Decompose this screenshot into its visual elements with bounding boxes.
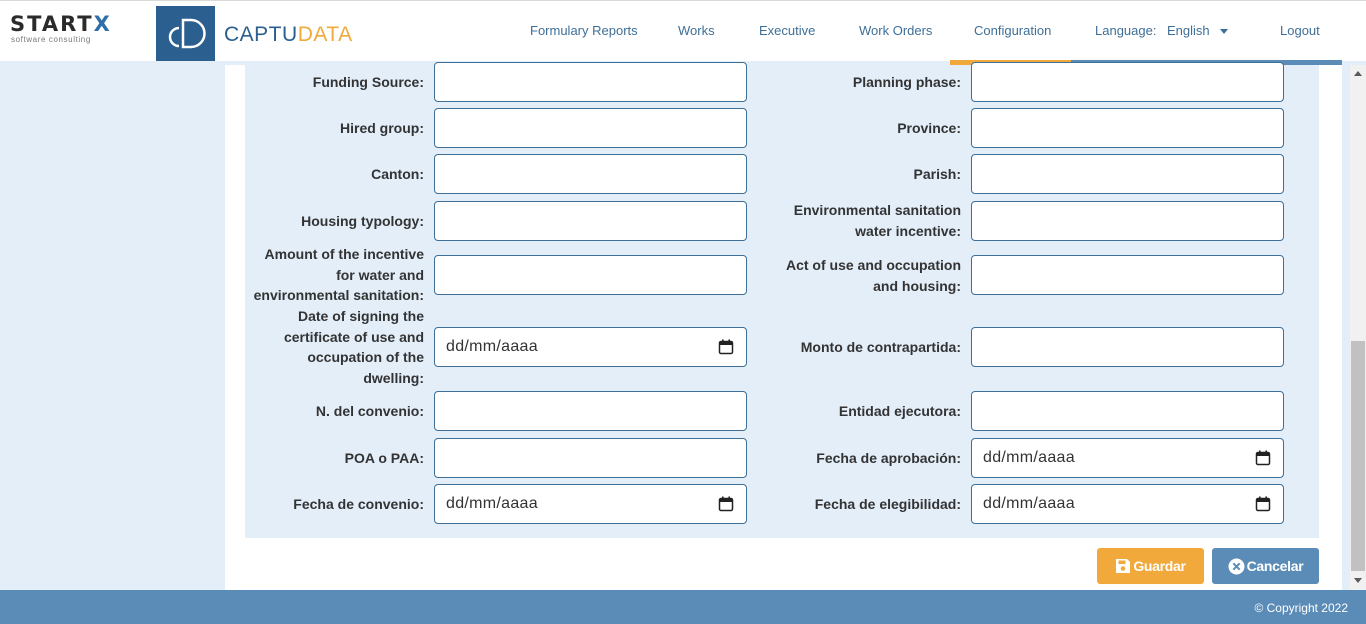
funding-source-input[interactable] xyxy=(434,62,747,102)
cancel-button[interactable]: Cancelar xyxy=(1212,548,1319,584)
planning-phase-label: Planning phase: xyxy=(852,74,961,90)
date-placeholder: dd/mm/aaaa xyxy=(983,495,1075,512)
approval-date-label: Fecha de aprobación: xyxy=(816,450,961,466)
poa-paa-input[interactable] xyxy=(434,438,747,478)
date-placeholder: dd/mm/aaaa xyxy=(446,495,538,512)
cancel-button-label: Cancelar xyxy=(1246,558,1304,574)
calendar-icon[interactable] xyxy=(718,339,734,355)
executing-entity-label: Entidad ejecutora: xyxy=(838,403,961,419)
poa-paa-label: POA o PAA: xyxy=(344,450,424,466)
housing-typology-label: Housing typology: xyxy=(301,213,424,229)
scroll-up-arrow-icon[interactable] xyxy=(1354,71,1362,76)
agreement-date-label: Fecha de convenio: xyxy=(293,496,424,512)
nav-work-orders[interactable]: Work Orders xyxy=(859,23,932,39)
scrollbar-thumb[interactable] xyxy=(1351,341,1365,571)
planning-phase-input[interactable] xyxy=(971,62,1284,102)
save-button-label: Guardar xyxy=(1133,558,1186,574)
nav-configuration[interactable]: Configuration xyxy=(974,23,1051,39)
housing-typology-input[interactable] xyxy=(434,201,747,241)
startx-tagline: software consulting xyxy=(11,35,91,44)
date-placeholder: dd/mm/aaaa xyxy=(446,338,538,355)
chevron-down-icon xyxy=(1219,29,1228,34)
save-button[interactable]: Guardar xyxy=(1097,548,1204,584)
act-of-use-label: Act of use and occupation and housing: xyxy=(785,257,961,294)
hired-group-input[interactable] xyxy=(434,108,747,148)
canton-input[interactable] xyxy=(434,154,747,194)
agreement-number-input[interactable] xyxy=(434,391,747,431)
startx-logo: STARTX software consulting xyxy=(10,13,148,45)
water-incentive-label: Environmental sanitation water incentive… xyxy=(793,202,961,239)
copyright-text: © Copyright 2022 xyxy=(1254,601,1348,615)
executing-entity-input[interactable] xyxy=(971,391,1284,431)
incentive-amount-label: Amount of the incentive for water and en… xyxy=(253,246,424,303)
cancel-circle-icon xyxy=(1228,558,1245,574)
app-name-part2: DATA xyxy=(297,23,353,46)
footer: © Copyright 2022 xyxy=(0,590,1366,624)
funding-source-label: Funding Source: xyxy=(312,74,424,90)
canton-label: Canton: xyxy=(371,166,424,182)
nav-executive[interactable]: Executive xyxy=(759,23,815,39)
eligibility-date-label: Fecha de elegibilidad: xyxy=(814,496,961,512)
vertical-scrollbar[interactable] xyxy=(1350,65,1366,590)
province-label: Province: xyxy=(897,120,961,136)
startx-wordmark: STARTX xyxy=(10,12,112,36)
date-placeholder: dd/mm/aaaa xyxy=(983,449,1075,466)
language-select[interactable]: English xyxy=(1167,23,1228,39)
logout-link[interactable]: Logout xyxy=(1280,23,1320,39)
certificate-signing-date-input[interactable]: dd/mm/aaaa xyxy=(434,327,747,367)
parish-input[interactable] xyxy=(971,154,1284,194)
agreement-number-label: N. del convenio: xyxy=(315,403,424,419)
floppy-disk-icon xyxy=(1116,559,1131,573)
counterpart-amount-input[interactable] xyxy=(971,327,1284,367)
eligibility-date-input[interactable]: dd/mm/aaaa xyxy=(971,484,1284,524)
province-input[interactable] xyxy=(971,108,1284,148)
language-value: English xyxy=(1167,23,1210,38)
app-name: CAPTUDATA xyxy=(224,23,353,47)
nav-formulary-reports[interactable]: Formulary Reports xyxy=(530,23,638,39)
counterpart-amount-label: Monto de contrapartida: xyxy=(800,339,961,355)
hired-group-label: Hired group: xyxy=(340,120,424,136)
app-name-part1: CAPTU xyxy=(224,23,298,46)
water-incentive-input[interactable] xyxy=(971,201,1284,241)
calendar-icon[interactable] xyxy=(1255,496,1271,512)
language-label: Language: xyxy=(1095,23,1157,38)
agreement-date-input[interactable]: dd/mm/aaaa xyxy=(434,484,747,524)
scroll-down-arrow-icon[interactable] xyxy=(1354,578,1362,583)
approval-date-input[interactable]: dd/mm/aaaa xyxy=(971,438,1284,478)
nav-works[interactable]: Works xyxy=(678,23,715,39)
act-of-use-input[interactable] xyxy=(971,255,1284,295)
header: STARTX software consulting CAPTUDATA For… xyxy=(0,1,1366,61)
calendar-icon[interactable] xyxy=(718,496,734,512)
certificate-signing-date-label: Date of signing the certificate of use a… xyxy=(283,308,424,386)
calendar-icon[interactable] xyxy=(1255,450,1271,466)
incentive-amount-input[interactable] xyxy=(434,255,747,295)
captudata-cd-logo-icon xyxy=(156,6,215,61)
parish-label: Parish: xyxy=(913,166,961,182)
